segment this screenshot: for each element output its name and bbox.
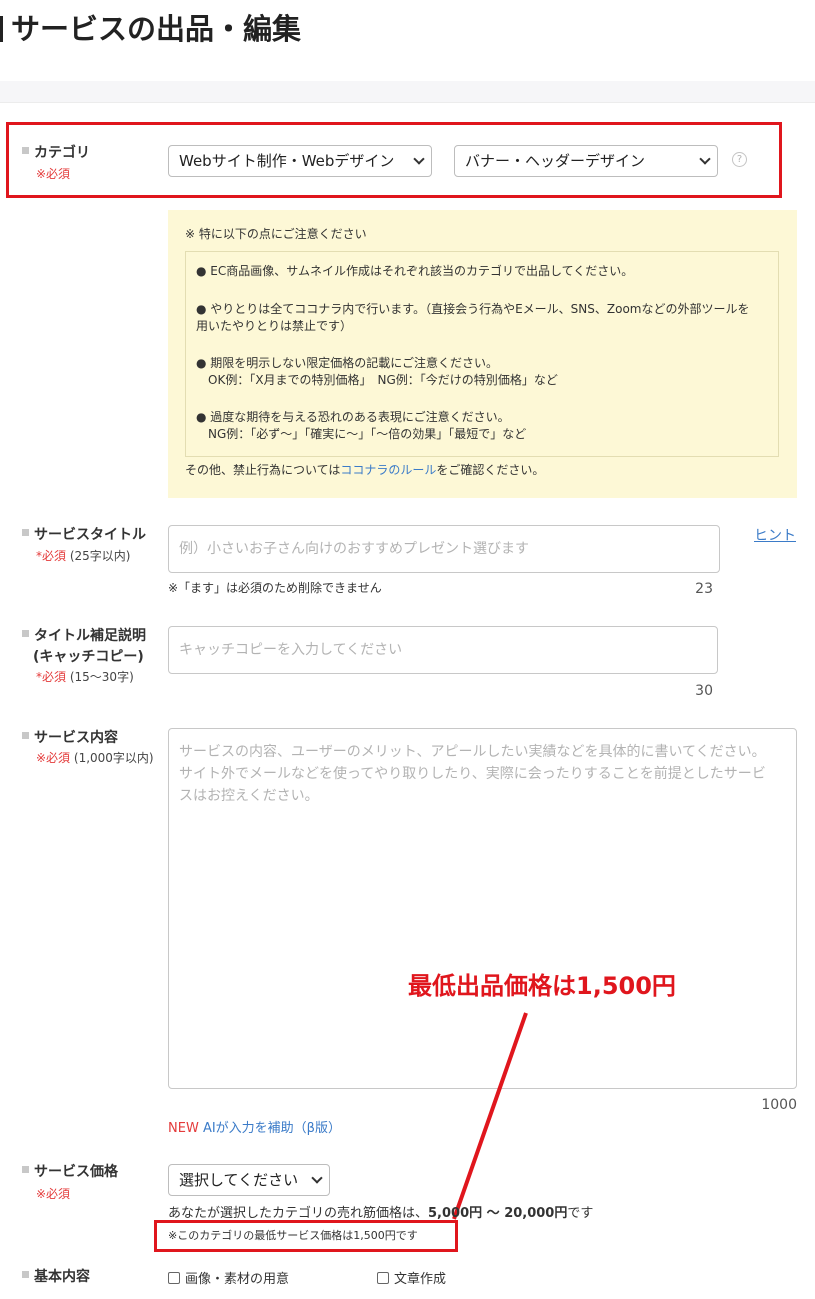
checkbox-writing[interactable]: [377, 1271, 389, 1284]
price-select[interactable]: 選択してください: [168, 1164, 330, 1196]
service-title-counter: 23: [695, 581, 713, 597]
price-required: ※必須: [36, 1187, 71, 1201]
catch-copy-input[interactable]: キャッチコピーを入力してください: [168, 626, 718, 674]
ai-assist[interactable]: NEW AIが入力を補助（β版）: [168, 1117, 341, 1136]
page-title-text: サービスの出品・編集: [11, 12, 302, 46]
ai-assist-link[interactable]: AIが入力を補助（β版）: [203, 1121, 341, 1136]
checkbox-image-material[interactable]: [168, 1271, 180, 1284]
new-badge: NEW: [168, 1121, 199, 1136]
chevron-down-icon: [699, 153, 711, 165]
catch-copy-label-2: (キャッチコピー): [33, 649, 144, 665]
label-bullet: [22, 147, 29, 154]
service-title-hint: ※「ます」は必須のため削除できません: [168, 581, 382, 595]
hint-link[interactable]: ヒント: [754, 525, 796, 545]
title-bar: [0, 16, 3, 42]
annotation-arrow: [452, 1012, 528, 1220]
service-title-required: *必須 (25字以内): [36, 549, 131, 563]
chevron-down-icon: [413, 153, 425, 165]
service-content-label: サービス内容: [22, 728, 118, 748]
notice-heading: ※ 特に以下の点にご注意ください: [185, 227, 367, 241]
label-bullet: [22, 630, 29, 637]
category-select-primary[interactable]: Webサイト制作・Webデザイン: [168, 145, 432, 177]
label-bullet: [22, 1166, 29, 1173]
category-select-secondary[interactable]: バナー・ヘッダーデザイン: [454, 145, 718, 177]
service-title-label: サービスタイトル: [22, 525, 146, 545]
service-title-input[interactable]: 例）小さいお子さん向けのおすすめプレゼント選びます: [168, 525, 720, 573]
option-writing[interactable]: 文章作成: [377, 1268, 446, 1287]
notice-item: ● 期限を明示しない限定価格の記載にご注意ください。 OK例：「X月までの特別価格…: [196, 356, 558, 387]
section-divider: [0, 81, 815, 103]
page-title: サービスの出品・編集: [0, 6, 301, 48]
catch-copy-required: *必須 (15〜30字): [36, 670, 134, 684]
basic-content-label: 基本内容: [22, 1267, 90, 1287]
label-bullet: [22, 1271, 29, 1278]
option-image-material[interactable]: 画像・素材の用意: [168, 1268, 289, 1287]
category-required: ※必須: [36, 167, 71, 181]
label-bullet: [22, 732, 29, 739]
chevron-down-icon: [311, 1172, 323, 1184]
catch-copy-counter: 30: [695, 683, 713, 699]
notice-box: ※ 特に以下の点にご注意ください ● EC商品画像、サムネイル作成はそれぞれ該当…: [168, 210, 797, 498]
notice-item: ● EC商品画像、サムネイル作成はそれぞれ該当のカテゴリで出品してください。: [196, 264, 634, 278]
category-label: カテゴリ: [22, 143, 90, 163]
min-price-note: ※このカテゴリの最低サービス価格は1,500円です: [168, 1229, 418, 1242]
price-range: あなたが選択したカテゴリの売れ筋価格は、5,000円 〜 20,000円です: [168, 1206, 594, 1221]
notice-item: ● 過度な期待を与える恐れのある表現にご注意ください。 NG例：「必ず〜」「確実に…: [196, 410, 527, 441]
label-bullet: [22, 529, 29, 536]
service-content-counter: 1000: [761, 1097, 797, 1113]
help-icon[interactable]: ?: [732, 152, 747, 167]
notice-list: ● EC商品画像、サムネイル作成はそれぞれ該当のカテゴリで出品してください。 ●…: [185, 251, 779, 457]
price-label: サービス価格: [22, 1162, 118, 1182]
annotation-text: 最低出品価格は1,500円: [408, 972, 676, 1000]
rules-link[interactable]: ココナラのルール: [340, 463, 436, 477]
notice-footer: その他、禁止行為についてはココナラのルールをご確認ください。: [185, 463, 545, 477]
notice-item: ● やりとりは全てココナラ内で行います。（直接会う行為やEメール、SNS、Zoo…: [196, 302, 750, 333]
catch-copy-label: タイトル補足説明: [22, 626, 146, 646]
service-content-required: ※必須 (1,000字以内): [36, 751, 154, 765]
